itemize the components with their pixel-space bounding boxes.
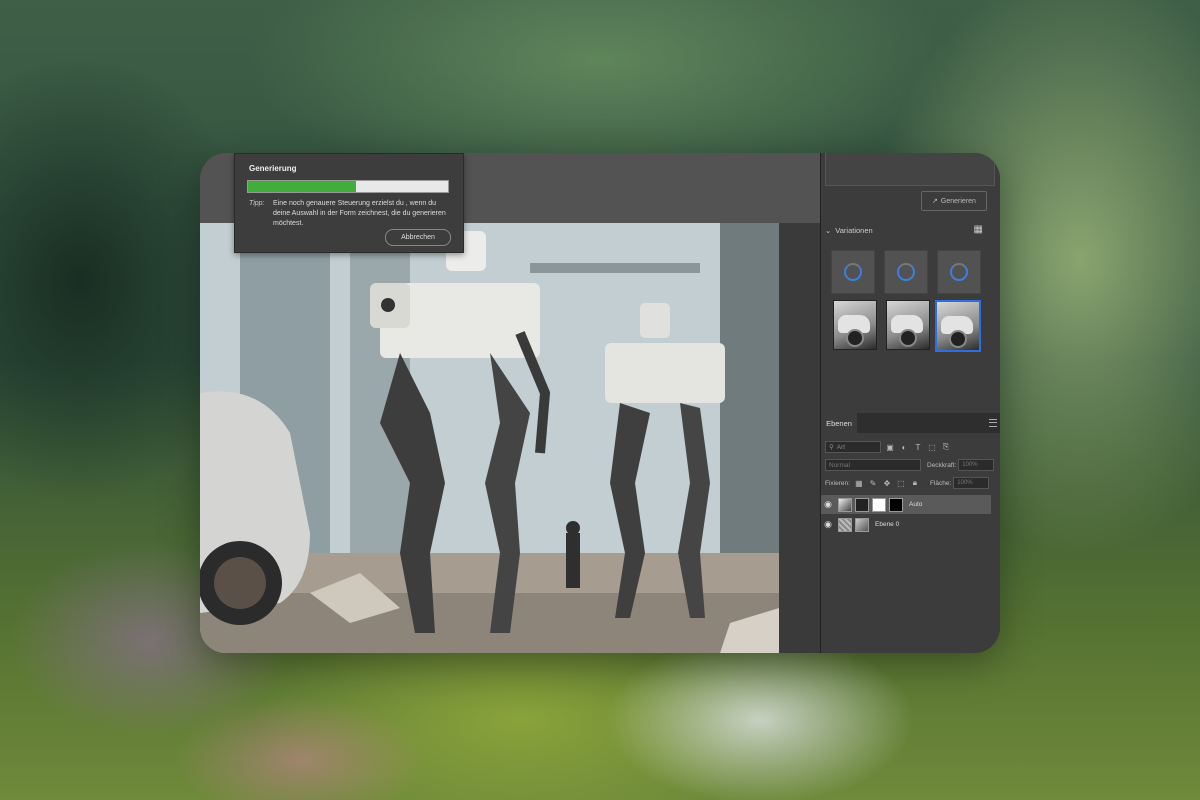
layer-filter-select[interactable]: ⚲ Art — [825, 441, 881, 453]
image-filter-icon[interactable]: ▣ — [885, 442, 895, 452]
tab-layers[interactable]: Ebenen — [821, 413, 857, 433]
progress-bar-fill — [248, 181, 356, 192]
smart-object-filter-icon[interactable]: ⎘ — [941, 442, 951, 452]
opacity-field[interactable]: 100% — [958, 459, 995, 471]
properties-panel: ↗ Generieren ⌄ Variationen ▦ Ebenen ⚲ Ar… — [820, 153, 1000, 653]
lock-artboard-icon[interactable]: ⬚ — [896, 478, 906, 488]
opacity-label: Deckkraft: — [927, 461, 957, 469]
loading-spinner-icon — [897, 263, 915, 281]
dialog-title: Generierung — [249, 164, 297, 173]
variations-header[interactable]: ⌄ Variationen ▦ — [825, 223, 991, 237]
text-filter-icon[interactable]: T — [913, 442, 923, 452]
robot-scene-illustration — [200, 223, 779, 653]
layer-row-auto[interactable]: ◉ Auto — [821, 495, 991, 514]
cancel-button[interactable]: Abbrechen — [385, 229, 451, 246]
lock-all-icon[interactable]: 🔒︎ — [910, 478, 920, 488]
tip-text: Eine noch genauere Steuerung erzielst du… — [273, 200, 446, 227]
layer-thumbnail — [855, 517, 869, 532]
layer-mask-thumbnail — [872, 497, 886, 512]
blend-opacity-row: Normal Deckkraft: 100% — [825, 458, 997, 472]
shape-filter-icon[interactable]: ⬚ — [927, 442, 937, 452]
link-chain-icon — [855, 497, 869, 512]
prompt-box[interactable] — [825, 153, 995, 186]
variation-thumb-image-selected[interactable] — [935, 300, 981, 352]
lock-transparent-icon[interactable]: ▦ — [854, 478, 864, 488]
layer-mask-thumbnail — [889, 497, 903, 512]
visibility-eye-icon[interactable]: ◉ — [821, 499, 835, 510]
layer-thumbnail — [838, 517, 852, 532]
variation-thumb-loading — [831, 250, 875, 294]
lock-paint-icon[interactable]: ✎ — [868, 478, 878, 488]
canvas-gutter — [779, 223, 820, 653]
lock-fill-row: Fixieren: ▦ ✎ ✥ ⬚ 🔒︎ Fläche: 100% — [825, 476, 997, 490]
fill-label: Fläche: — [929, 479, 952, 487]
generate-button-label: Generieren — [940, 197, 976, 205]
grid-view-icon[interactable]: ▦ — [974, 224, 983, 235]
lock-label: Fixieren: — [825, 479, 850, 487]
generate-button[interactable]: ↗ Generieren — [921, 191, 987, 211]
search-icon: ⚲ — [829, 444, 834, 451]
layer-filter-label: Art — [836, 443, 846, 451]
loading-spinner-icon — [950, 263, 968, 281]
canvas-area: Generierung Tipp: Eine noch genauere Ste… — [200, 153, 820, 653]
adjustment-filter-icon[interactable]: ◐ — [899, 442, 909, 452]
generation-progress-dialog: Generierung Tipp: Eine noch genauere Ste… — [234, 153, 464, 253]
chevron-down-icon: ⌄ — [825, 225, 832, 235]
layers-panel-tabbar: Ebenen — [821, 413, 1000, 433]
loading-spinner-icon — [844, 263, 862, 281]
lock-position-icon[interactable]: ✥ — [882, 478, 892, 488]
photoshop-window: Generierung Tipp: Eine noch genauere Ste… — [200, 153, 1000, 653]
tip-label: Tipp: — [249, 200, 265, 207]
visibility-eye-icon[interactable]: ◉ — [821, 519, 835, 530]
progress-bar — [247, 180, 449, 193]
panel-menu-icon[interactable] — [989, 419, 997, 427]
blend-mode-select[interactable]: Normal — [825, 459, 921, 471]
layer-filter-row: ⚲ Art ▣ ◐ T ⬚ ⎘ — [825, 440, 997, 454]
document-image[interactable] — [200, 223, 779, 653]
variation-thumb-loading — [937, 250, 981, 294]
layer-row-ebene-0[interactable]: ◉ Ebene 0 — [821, 515, 991, 534]
layer-name: Ebene 0 — [875, 521, 900, 528]
layer-thumbnail — [838, 497, 852, 512]
variation-thumb-image[interactable] — [886, 300, 930, 350]
layer-name: Auto — [909, 501, 923, 508]
external-link-icon: ↗ — [932, 198, 938, 205]
fill-field[interactable]: 100% — [953, 477, 990, 489]
variation-thumb-loading — [884, 250, 928, 294]
variation-thumb-image[interactable] — [833, 300, 877, 350]
variations-label: Variationen — [835, 225, 873, 235]
